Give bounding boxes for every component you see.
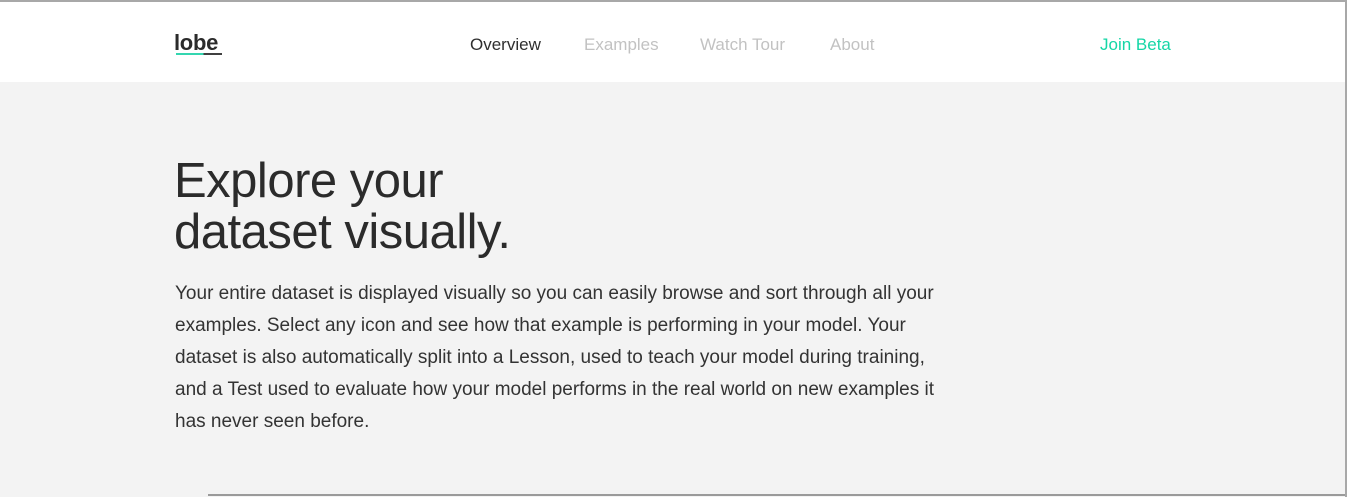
section-divider	[208, 494, 1347, 496]
nav-overview[interactable]: Overview	[470, 35, 541, 55]
site-header: lobe Overview Examples Watch Tour About …	[0, 2, 1347, 82]
hero-title-line-1: Explore your	[174, 154, 444, 208]
nav-about[interactable]: About	[830, 35, 874, 55]
nav-watch-tour[interactable]: Watch Tour	[700, 35, 785, 55]
logo-underline	[176, 53, 222, 55]
hero-title-line-2: dataset visually.	[174, 205, 511, 259]
hero-description: Your entire dataset is displayed visuall…	[175, 283, 935, 432]
join-beta-link[interactable]: Join Beta	[1100, 35, 1171, 55]
nav-examples[interactable]: Examples	[584, 35, 659, 55]
hero-title: Explore your dataset visually.	[174, 156, 511, 258]
